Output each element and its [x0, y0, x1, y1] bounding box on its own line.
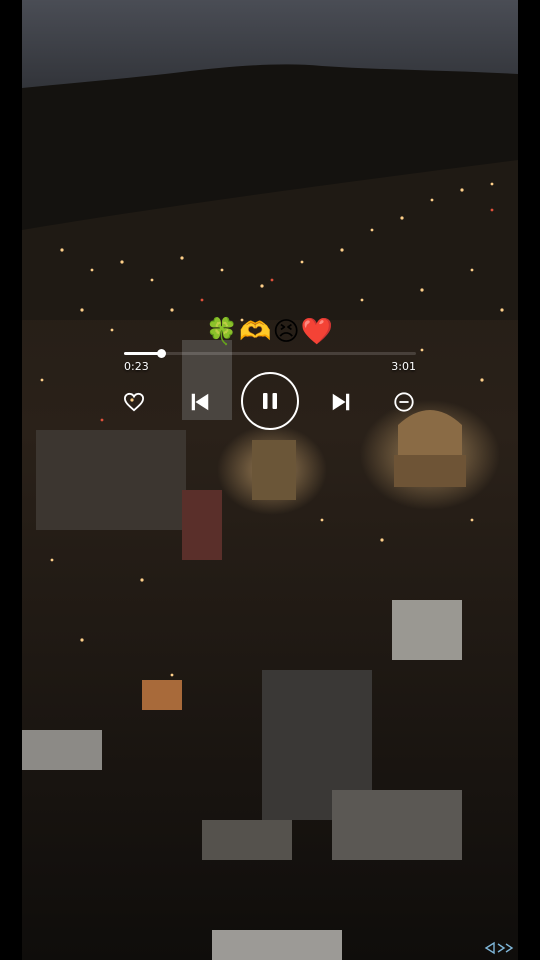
- pause-icon: [263, 393, 277, 409]
- total-time: 3:01: [391, 360, 416, 373]
- letterbox-right: [518, 0, 540, 960]
- like-button[interactable]: [122, 391, 146, 413]
- elapsed-time: 0:23: [124, 360, 149, 373]
- next-track-button[interactable]: [329, 390, 353, 414]
- remove-button[interactable]: [392, 390, 416, 414]
- night-city-background: [22, 0, 518, 960]
- watermark-logo-icon: [484, 940, 518, 955]
- progress-handle[interactable]: [156, 349, 166, 358]
- previous-track-button[interactable]: [188, 390, 212, 414]
- heart-outline-icon: [123, 392, 145, 412]
- letterbox-left: [0, 0, 22, 960]
- progress-fill: [124, 352, 162, 355]
- skip-previous-icon: [191, 393, 209, 411]
- pause-button[interactable]: [241, 372, 299, 430]
- minus-circle-icon: [394, 392, 414, 412]
- skip-next-icon: [332, 393, 350, 411]
- progress-bar[interactable]: [124, 349, 416, 358]
- track-title-emojis: 🍀🫶😣❤️: [205, 317, 335, 347]
